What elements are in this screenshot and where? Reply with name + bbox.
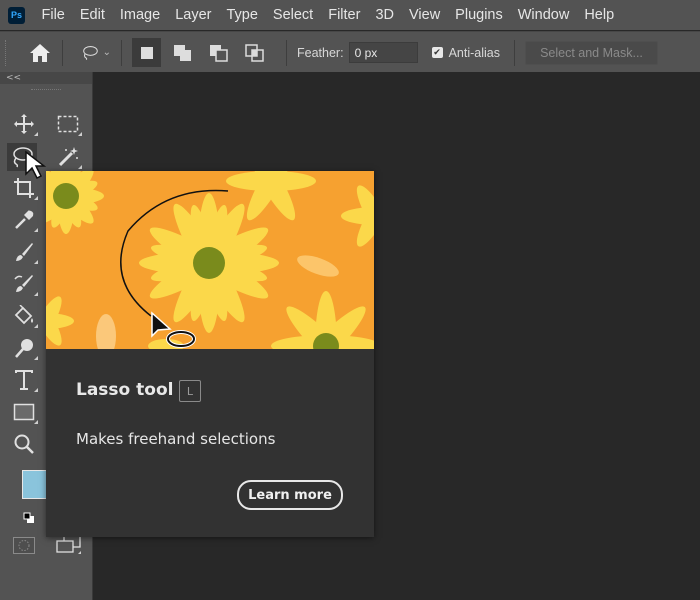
- more-tools-indicator: [78, 165, 82, 169]
- tool-preset-picker[interactable]: ⌄: [81, 39, 111, 67]
- menu-bar: Ps File Edit Image Layer Type Select Fil…: [0, 0, 700, 30]
- screen-mode-button[interactable]: [56, 535, 82, 559]
- menu-layer[interactable]: Layer: [168, 7, 219, 23]
- new-selection-button[interactable]: [132, 38, 161, 67]
- foreground-color-swatch[interactable]: [22, 470, 48, 499]
- paint-bucket-icon: [14, 305, 33, 325]
- menu-window[interactable]: Window: [510, 7, 577, 23]
- chevron-down-icon: ⌄: [102, 47, 111, 58]
- anti-alias-checkbox[interactable]: ✔: [431, 47, 443, 58]
- more-tools-indicator: [34, 420, 38, 424]
- lasso-icon: [83, 45, 98, 60]
- brush-icon: [16, 243, 33, 261]
- tooltip-title: Lasso tool: [76, 380, 174, 400]
- learn-more-button[interactable]: Learn more: [237, 480, 343, 510]
- add-selection-icon: [173, 44, 191, 61]
- menu-select[interactable]: Select: [265, 7, 320, 23]
- more-tools-indicator: [34, 132, 38, 136]
- more-tools-indicator: [34, 388, 38, 392]
- collapse-panel-button[interactable]: <<: [0, 72, 92, 84]
- mouse-cursor-icon: [25, 150, 47, 180]
- menu-file[interactable]: File: [34, 7, 72, 23]
- menu-filter[interactable]: Filter: [321, 7, 368, 23]
- menu-image[interactable]: Image: [112, 7, 167, 23]
- default-colors-button[interactable]: [23, 509, 35, 528]
- screen-mode-icon: [56, 535, 81, 554]
- spot-healing-icon: [14, 275, 33, 292]
- more-tools-indicator: [34, 292, 38, 296]
- menu-help[interactable]: Help: [577, 7, 622, 23]
- dodge-icon: [15, 339, 33, 358]
- crop-icon: [14, 178, 34, 198]
- options-bar: ⌄ Feather: 0 px ✔ Anti-alias Select and …: [0, 31, 700, 73]
- magic-wand-icon: [58, 147, 78, 167]
- eyedropper-tool[interactable]: [9, 206, 39, 234]
- move-tool[interactable]: [9, 110, 39, 138]
- menu-type[interactable]: Type: [219, 7, 265, 23]
- more-tools-indicator: [34, 260, 38, 264]
- tool-tooltip: Lasso tool L Makes freehand selections L…: [46, 171, 374, 537]
- photoshop-logo: Ps: [8, 6, 25, 24]
- add-to-selection-button[interactable]: [168, 38, 197, 67]
- select-and-mask-button[interactable]: Select and Mask...: [524, 40, 658, 65]
- more-tools-indicator: [34, 324, 38, 328]
- marquee-icon: [57, 115, 79, 133]
- healing-brush-tool[interactable]: [9, 270, 39, 298]
- flowers-illustration: [46, 171, 374, 349]
- quick-mask-icon: [13, 537, 35, 554]
- menu-plugins[interactable]: Plugins: [448, 7, 511, 23]
- more-tools-indicator: [78, 132, 82, 136]
- menu-3d[interactable]: 3D: [368, 7, 402, 23]
- quick-mask-button[interactable]: [13, 537, 35, 558]
- shortcut-key-badge: L: [179, 380, 201, 402]
- dodge-tool[interactable]: [9, 334, 39, 362]
- new-selection-icon: [140, 46, 153, 59]
- intersect-selection-icon: [244, 43, 264, 62]
- default-colors-icon: [23, 512, 34, 523]
- divider: [121, 39, 122, 66]
- divider: [513, 39, 515, 66]
- paint-bucket-tool[interactable]: [9, 302, 39, 330]
- rectangle-icon: [13, 403, 35, 421]
- tools-panel-grip[interactable]: [31, 89, 61, 93]
- feather-label: Feather:: [297, 45, 344, 60]
- intersect-selection-button[interactable]: [240, 38, 269, 67]
- brush-tool[interactable]: [9, 238, 39, 266]
- anti-alias-label: Anti-alias: [448, 45, 500, 60]
- zoom-tool[interactable]: [9, 430, 39, 458]
- type-tool[interactable]: [9, 366, 39, 394]
- more-tools-indicator: [34, 228, 38, 232]
- subtract-selection-icon: [209, 44, 228, 62]
- feather-input[interactable]: 0 px: [348, 42, 418, 63]
- rectangle-tool[interactable]: [9, 398, 39, 426]
- type-icon: [15, 370, 33, 390]
- more-tools-indicator: [34, 196, 38, 200]
- magic-wand-tool[interactable]: [53, 143, 83, 171]
- divider: [62, 39, 63, 66]
- zoom-icon: [14, 434, 34, 454]
- menu-edit[interactable]: Edit: [72, 7, 112, 23]
- options-bar-grip[interactable]: [5, 39, 10, 66]
- eyedropper-icon: [15, 210, 34, 229]
- menu-view[interactable]: View: [402, 7, 448, 23]
- divider: [286, 39, 287, 66]
- home-button[interactable]: [28, 41, 52, 65]
- home-icon: [30, 43, 50, 62]
- subtract-from-selection-button[interactable]: [204, 38, 233, 67]
- more-tools-indicator: [34, 356, 38, 360]
- rectangular-marquee-tool[interactable]: [53, 110, 83, 138]
- move-icon: [14, 114, 34, 134]
- tooltip-description: Makes freehand selections: [76, 430, 276, 448]
- lasso-demo-image: [46, 171, 374, 349]
